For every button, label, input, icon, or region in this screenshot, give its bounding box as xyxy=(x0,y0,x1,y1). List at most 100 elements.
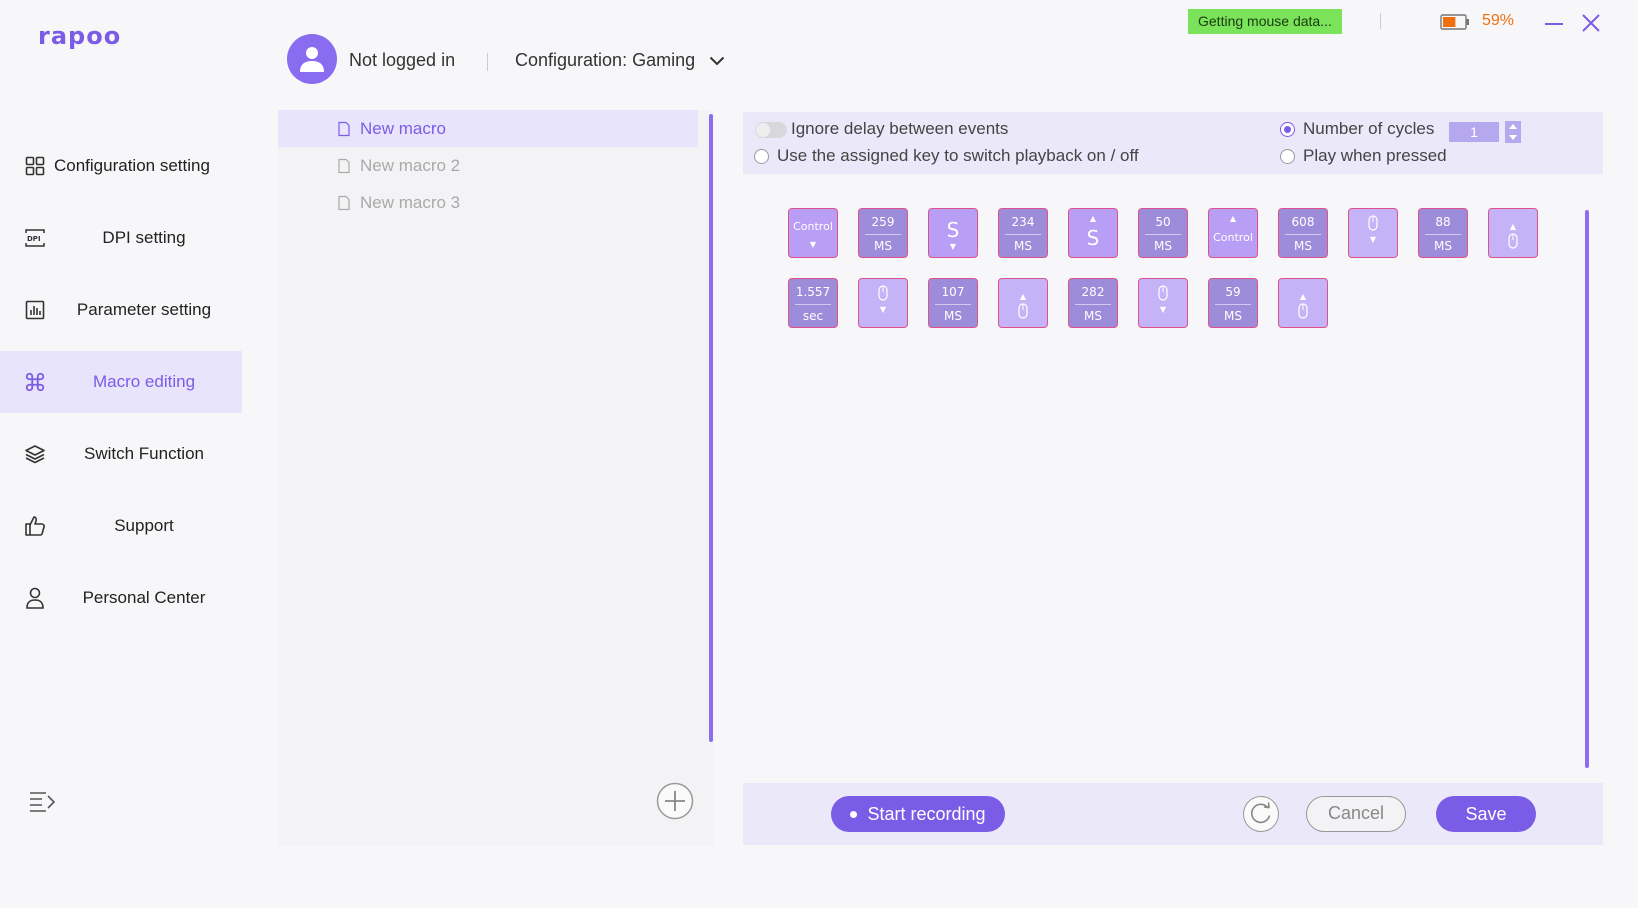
mouse-up-event[interactable]: ▲ xyxy=(1488,208,1538,258)
key-down-event[interactable]: S ▼ xyxy=(928,208,978,258)
mouse-icon xyxy=(1368,215,1378,231)
delay-event[interactable]: 59 MS xyxy=(1208,278,1258,328)
delay-value: 107 xyxy=(941,285,965,299)
mouse-up-event[interactable]: ▲ xyxy=(998,278,1048,328)
layers-icon xyxy=(24,443,46,465)
header-divider xyxy=(487,53,488,71)
sidebar-item-label: Support xyxy=(114,516,174,535)
chevron-down-icon xyxy=(709,50,725,71)
mouse-down-arrow-icon: ▼ xyxy=(1369,235,1377,244)
sidebar-nav: Configuration setting DPI DPI setting Pa… xyxy=(0,135,242,639)
sidebar-item-macro-editing[interactable]: Macro editing xyxy=(0,351,242,413)
key-down-event[interactable]: Control ▼ xyxy=(788,208,838,258)
dpi-icon: DPI xyxy=(24,227,46,249)
play-when-pressed-label: Play when pressed xyxy=(1303,146,1447,165)
delay-event[interactable]: 234 MS xyxy=(998,208,1048,258)
key-label: S xyxy=(946,218,960,242)
mouse-down-event[interactable]: ▼ xyxy=(1348,208,1398,258)
key-label: Control xyxy=(1213,231,1253,244)
cycles-stepper[interactable] xyxy=(1505,121,1521,143)
key-up-event[interactable]: ▲ S xyxy=(1068,208,1118,258)
svg-text:DPI: DPI xyxy=(27,235,41,243)
number-of-cycles-label: Number of cycles xyxy=(1303,119,1435,138)
delay-value: 59 xyxy=(1225,285,1241,299)
mouse-up-event[interactable]: ▲ xyxy=(1278,278,1328,328)
macro-name: New macro 2 xyxy=(360,155,461,175)
status-badge: Getting mouse data... xyxy=(1188,9,1342,34)
start-recording-label: Start recording xyxy=(867,803,986,824)
event-canvas-scrollbar[interactable] xyxy=(1585,210,1589,768)
start-recording-button[interactable]: Start recording xyxy=(831,796,1005,832)
sidebar-item-configuration-setting[interactable]: Configuration setting xyxy=(0,135,242,197)
delay-unit: MS xyxy=(874,239,892,253)
minimize-icon[interactable] xyxy=(1543,14,1565,32)
key-down-arrow-icon: ▼ xyxy=(809,240,817,249)
macro-list-item[interactable]: New macro 2 xyxy=(278,147,714,184)
macro-list-item[interactable]: New macro 3 xyxy=(278,184,714,221)
mouse-down-arrow-icon: ▼ xyxy=(879,305,887,314)
delay-divider xyxy=(1285,234,1321,235)
cancel-button[interactable]: Cancel xyxy=(1306,796,1406,832)
cycles-input[interactable]: 1 xyxy=(1449,122,1499,142)
delay-value: 88 xyxy=(1435,215,1451,229)
file-icon xyxy=(338,158,350,173)
configuration-select[interactable]: Configuration: Gaming xyxy=(515,50,725,71)
add-macro-icon[interactable] xyxy=(656,782,694,820)
delay-divider xyxy=(795,304,831,305)
sidebar-item-parameter-setting[interactable]: Parameter setting xyxy=(0,279,242,341)
number-of-cycles-radio[interactable] xyxy=(1280,122,1295,137)
mouse-down-event[interactable]: ▼ xyxy=(858,278,908,328)
delay-value: 282 xyxy=(1081,285,1105,299)
macro-list-scrollbar[interactable] xyxy=(709,114,713,742)
delay-unit: MS xyxy=(1154,239,1172,253)
bar-chart-icon xyxy=(24,299,46,321)
grid-icon xyxy=(24,155,46,177)
assigned-key-label: Use the assigned key to switch playback … xyxy=(777,146,1139,165)
sidebar-item-label: Personal Center xyxy=(82,588,206,607)
sidebar-item-label: DPI setting xyxy=(102,228,186,247)
sidebar-item-label: Macro editing xyxy=(92,372,196,391)
delay-divider xyxy=(1145,234,1181,235)
mouse-icon xyxy=(1298,303,1308,319)
mouse-up-arrow-icon: ▲ xyxy=(1509,222,1517,231)
close-icon[interactable] xyxy=(1580,12,1602,34)
thumbs-up-icon xyxy=(24,515,46,537)
sidebar-item-dpi-setting[interactable]: DPI DPI setting xyxy=(0,207,242,269)
delay-divider xyxy=(1215,304,1251,305)
delay-event[interactable]: 259 MS xyxy=(858,208,908,258)
delay-unit: MS xyxy=(1224,309,1242,323)
delay-event[interactable]: 88 MS xyxy=(1418,208,1468,258)
menu-collapse-icon[interactable] xyxy=(28,790,58,812)
mouse-up-arrow-icon: ▲ xyxy=(1019,292,1027,301)
mouse-down-event[interactable]: ▼ xyxy=(1138,278,1188,328)
command-icon xyxy=(24,371,46,393)
record-dot-icon xyxy=(850,810,858,818)
key-up-event[interactable]: ▲ Control xyxy=(1208,208,1258,258)
sidebar-item-label: Switch Function xyxy=(84,444,204,463)
delay-event[interactable]: 107 MS xyxy=(928,278,978,328)
assigned-key-radio[interactable] xyxy=(754,149,769,164)
ignore-delay-label: Ignore delay between events xyxy=(791,119,1009,138)
delay-event[interactable]: 50 MS xyxy=(1138,208,1188,258)
sidebar-item-switch-function[interactable]: Switch Function xyxy=(0,423,242,485)
delay-event[interactable]: 1.557 sec xyxy=(788,278,838,328)
delay-unit: MS xyxy=(1434,239,1452,253)
delay-divider xyxy=(935,304,971,305)
sidebar-item-personal-center[interactable]: Personal Center xyxy=(0,567,242,629)
mouse-icon xyxy=(1508,233,1518,249)
mouse-icon xyxy=(1158,285,1168,301)
login-status[interactable]: Not logged in xyxy=(349,50,455,71)
save-button[interactable]: Save xyxy=(1436,796,1536,832)
ignore-delay-toggle[interactable] xyxy=(755,122,787,138)
key-up-arrow-icon: ▲ xyxy=(1229,214,1237,223)
avatar[interactable] xyxy=(287,34,337,84)
delay-event[interactable]: 608 MS xyxy=(1278,208,1328,258)
play-when-pressed-radio[interactable] xyxy=(1280,149,1295,164)
refresh-icon[interactable] xyxy=(1243,796,1279,832)
delay-divider xyxy=(865,234,901,235)
delay-event[interactable]: 282 MS xyxy=(1068,278,1118,328)
macro-list-item[interactable]: New macro xyxy=(278,110,698,147)
sidebar-item-support[interactable]: Support xyxy=(0,495,242,557)
delay-value: 259 xyxy=(871,215,895,229)
delay-divider xyxy=(1005,234,1041,235)
